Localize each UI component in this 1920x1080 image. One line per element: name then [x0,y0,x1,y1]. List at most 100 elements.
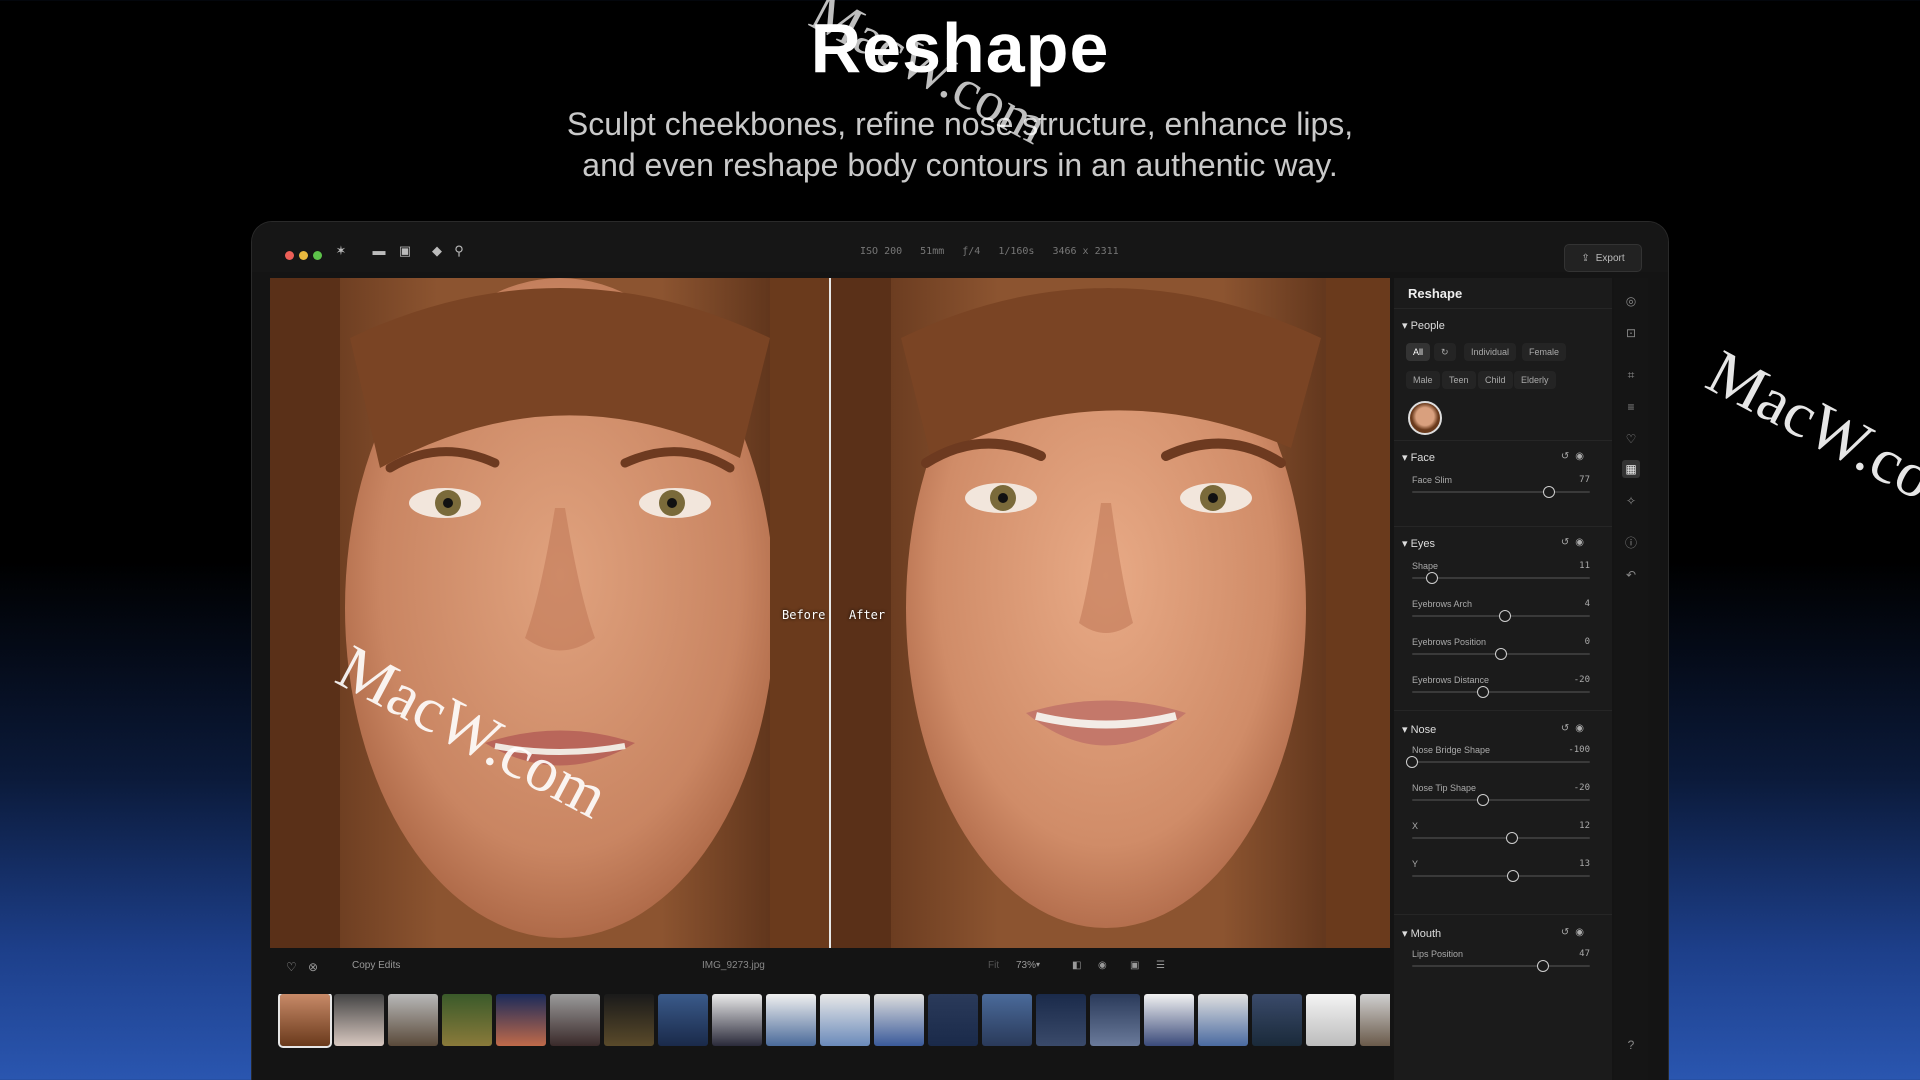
nose-header[interactable]: ▾ Nose [1402,723,1436,736]
filename: IMG_9273.jpg [702,960,765,971]
zoom-window-button[interactable] [313,251,322,260]
slider-knob[interactable] [1543,486,1556,498]
slider-knob[interactable] [1498,610,1511,622]
reject-icon[interactable]: ⊗ [308,960,318,974]
mouth-header[interactable]: ▾ Mouth [1402,927,1441,940]
thumbnail[interactable] [1306,994,1356,1046]
minimize-window-button[interactable] [299,251,308,260]
slider-knob[interactable] [1477,794,1490,806]
slider-knob[interactable] [1506,870,1519,882]
thumbnail[interactable] [874,994,924,1046]
thumbnail[interactable] [1252,994,1302,1046]
undo-icon[interactable]: ↶ [1622,566,1640,584]
close-window-button[interactable] [285,251,294,260]
reshape-icon[interactable]: ▦ [1622,460,1640,478]
compare-icon[interactable]: ▣ [1130,960,1139,971]
thumbnail[interactable] [820,994,870,1046]
eye-icon[interactable]: ◉ [1098,960,1107,971]
thumbnail[interactable] [1198,994,1248,1046]
filter-child[interactable]: Child [1478,371,1513,389]
slider-track[interactable] [1412,572,1590,584]
slider-track[interactable] [1412,686,1590,698]
thumbnail[interactable] [928,994,978,1046]
star-icon[interactable]: ✶ [332,242,350,260]
filter-individual[interactable]: Individual [1464,343,1517,361]
slider-knob[interactable] [1536,960,1549,972]
slider-track[interactable] [1412,832,1590,844]
slider-knob[interactable] [1477,686,1490,698]
sort-icon[interactable]: ☰ [1156,960,1165,971]
copy-edits-button[interactable]: Copy Edits [352,960,400,971]
export-button[interactable]: ⇪ Export [1564,244,1642,272]
slider-value[interactable]: 4 [1585,599,1590,609]
face-actions[interactable]: ↺◉ [1561,451,1590,462]
chevron-down-icon[interactable]: ▾ [1036,960,1040,969]
slider-track[interactable] [1412,648,1590,660]
split-view-icon[interactable]: ◧ [1072,960,1081,971]
help-icon[interactable]: ? [1622,1036,1640,1054]
slider-knob[interactable] [1495,648,1507,660]
face-header[interactable]: ▾ Face [1402,451,1435,464]
thumbnail[interactable] [604,994,654,1046]
mask-icon[interactable]: ◎ [1622,292,1640,310]
thumbnail[interactable] [334,994,384,1046]
slider-track[interactable] [1412,870,1590,882]
sliders-icon[interactable]: ≡ [1622,398,1640,416]
slider-value[interactable]: 77 [1579,475,1590,485]
nose-actions[interactable]: ↺◉ [1561,723,1590,734]
magic-icon[interactable]: ✧ [1622,492,1640,510]
thumbnail[interactable] [1090,994,1140,1046]
fit-button[interactable]: Fit [988,960,999,971]
filter-teen[interactable]: Teen [1442,371,1476,389]
slider-value[interactable]: -100 [1568,745,1590,755]
eyes-actions[interactable]: ↺◉ [1561,537,1590,548]
thumbnail[interactable] [712,994,762,1046]
thumbnail[interactable] [442,994,492,1046]
crop-icon[interactable]: ⌗ [1622,366,1640,384]
filter-male[interactable]: Male [1406,371,1440,389]
thumbnail[interactable] [982,994,1032,1046]
slider-track[interactable] [1412,960,1590,972]
slider-knob[interactable] [1505,832,1518,844]
thumbnail[interactable] [496,994,546,1046]
thumbnail[interactable] [1144,994,1194,1046]
eraser-icon[interactable]: ◆ [428,242,446,260]
slider-value[interactable]: 13 [1579,859,1590,869]
slider-track[interactable] [1412,486,1590,498]
mouth-actions[interactable]: ↺◉ [1561,927,1590,938]
slider-track[interactable] [1412,794,1590,806]
slider-value[interactable]: 11 [1579,561,1590,571]
photo-canvas[interactable]: Before After [270,278,1390,948]
zoom-level[interactable]: 73% [1016,960,1036,971]
select-icon[interactable]: ⊡ [1622,324,1640,342]
slider-track[interactable] [1412,610,1590,622]
avatar[interactable] [1408,401,1442,435]
slider-value[interactable]: 47 [1579,949,1590,959]
thumbnail[interactable] [766,994,816,1046]
thumbnail[interactable] [1036,994,1086,1046]
info-icon[interactable]: ⓘ [1622,534,1640,552]
slider-value[interactable]: 12 [1579,821,1590,831]
refresh-icon[interactable]: ↻ [1434,343,1456,361]
thumbnail[interactable] [550,994,600,1046]
thumbnail[interactable] [278,994,332,1048]
people-header[interactable]: ▾ People [1402,319,1445,332]
filter-all[interactable]: All [1406,343,1431,361]
thumbnail[interactable] [388,994,438,1046]
slider-value[interactable]: -20 [1574,783,1590,793]
slider-knob[interactable] [1425,572,1438,584]
slider-value[interactable]: -20 [1574,675,1590,685]
slider-knob[interactable] [1406,756,1418,768]
heart-shield-icon[interactable]: ♡ [1622,430,1640,448]
heart-icon[interactable]: ♡ [286,960,297,974]
filter-female[interactable]: Female [1522,343,1567,361]
folder-icon[interactable]: ▬ [370,242,388,260]
eyes-header[interactable]: ▾ Eyes [1402,537,1435,550]
image-icon[interactable]: ▣ [396,242,414,260]
thumbnail[interactable] [1360,994,1390,1046]
slider-value[interactable]: 0 [1585,637,1590,647]
slider-track[interactable] [1406,756,1590,768]
thumbnail[interactable] [658,994,708,1046]
filter-elderly[interactable]: Elderly [1514,371,1556,389]
zoom-icon[interactable]: ⚲ [450,242,468,260]
